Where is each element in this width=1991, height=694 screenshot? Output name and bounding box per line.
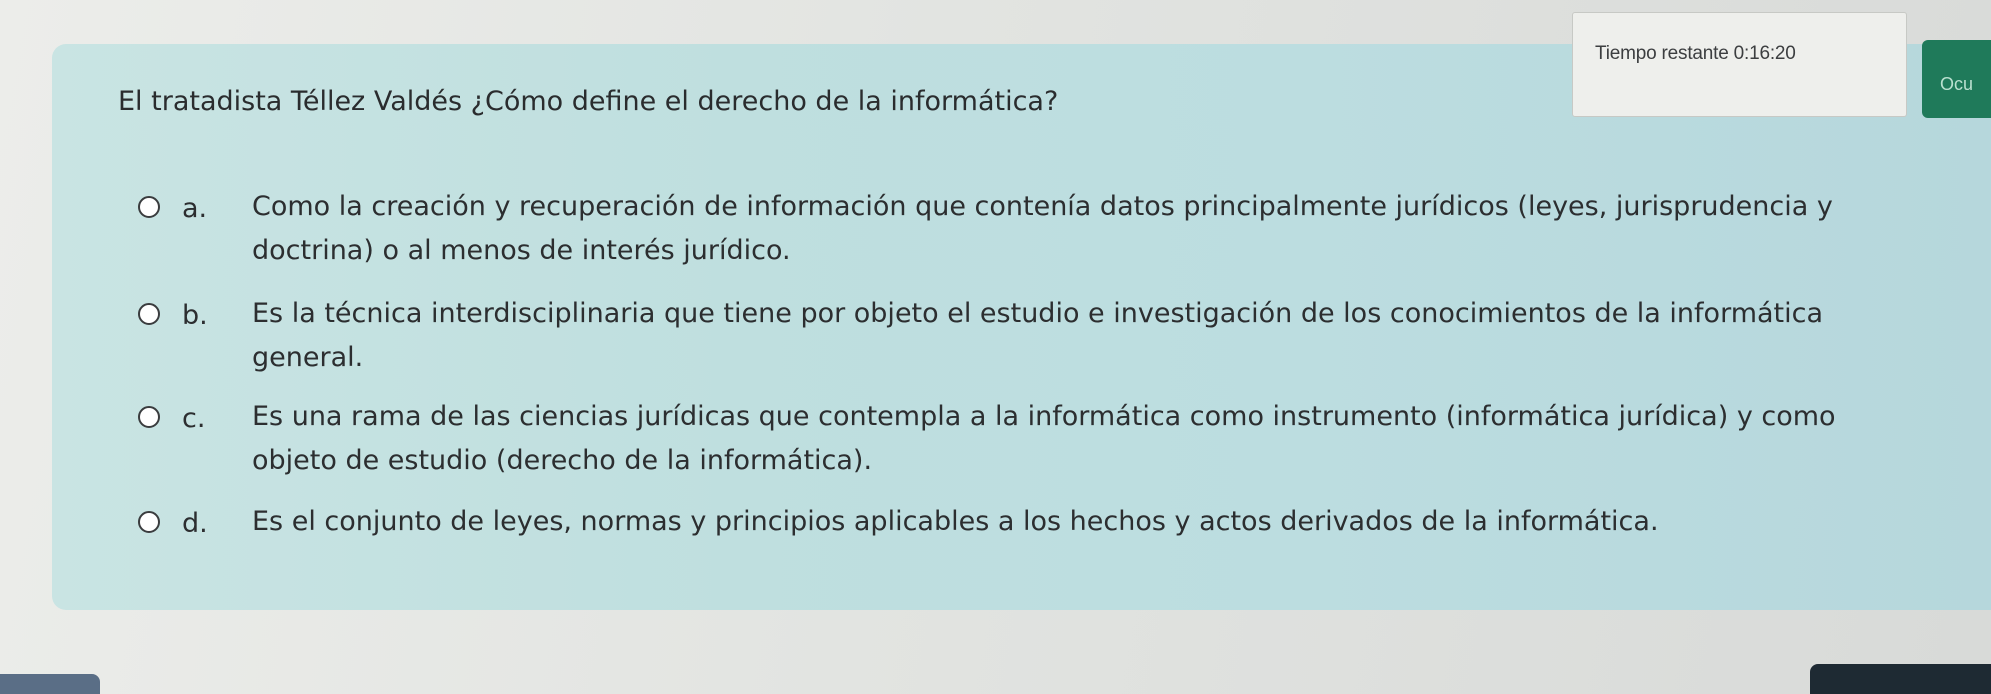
radio-button-d[interactable]	[138, 511, 160, 533]
option-a-line-1: Como la creación y recuperación de infor…	[252, 191, 1833, 222]
radio-button-a[interactable]	[138, 196, 160, 218]
question-text: El tratadista Téllez Valdés ¿Cómo define…	[118, 86, 1059, 117]
radio-button-c[interactable]	[138, 406, 160, 428]
option-letter-c: c.	[182, 403, 206, 434]
option-text-d: Es el conjunto de leyes, normas y princi…	[252, 500, 1991, 544]
taskbar-fragment-left	[0, 674, 100, 694]
option-a-line-2: doctrina) o al menos de interés jurídico…	[252, 235, 791, 266]
option-text-a: Como la creación y recuperación de infor…	[252, 185, 1991, 273]
side-action-button-label: Ocu	[1940, 74, 1974, 94]
time-remaining-box: Tiempo restante 0:16:20	[1572, 12, 1907, 117]
option-text-b: Es la técnica interdisciplinaria que tie…	[252, 292, 1991, 380]
option-letter-b: b.	[182, 300, 208, 331]
option-b-line-1: Es la técnica interdisciplinaria que tie…	[252, 298, 1824, 329]
taskbar-fragment-right	[1810, 664, 1991, 694]
side-action-button[interactable]: Ocu	[1922, 40, 1991, 118]
option-b-line-2: general.	[252, 342, 364, 373]
option-c-line-2: objeto de estudio (derecho de la informá…	[252, 445, 873, 476]
option-text-c: Es una rama de las ciencias jurídicas qu…	[252, 395, 1991, 483]
option-letter-a: a.	[182, 193, 208, 224]
radio-button-b[interactable]	[138, 303, 160, 325]
time-remaining-text: Tiempo restante 0:16:20	[1595, 43, 1796, 64]
option-c-line-1: Es una rama de las ciencias jurídicas qu…	[252, 401, 1836, 432]
option-d-line-1: Es el conjunto de leyes, normas y princi…	[252, 506, 1659, 537]
option-letter-d: d.	[182, 508, 208, 539]
